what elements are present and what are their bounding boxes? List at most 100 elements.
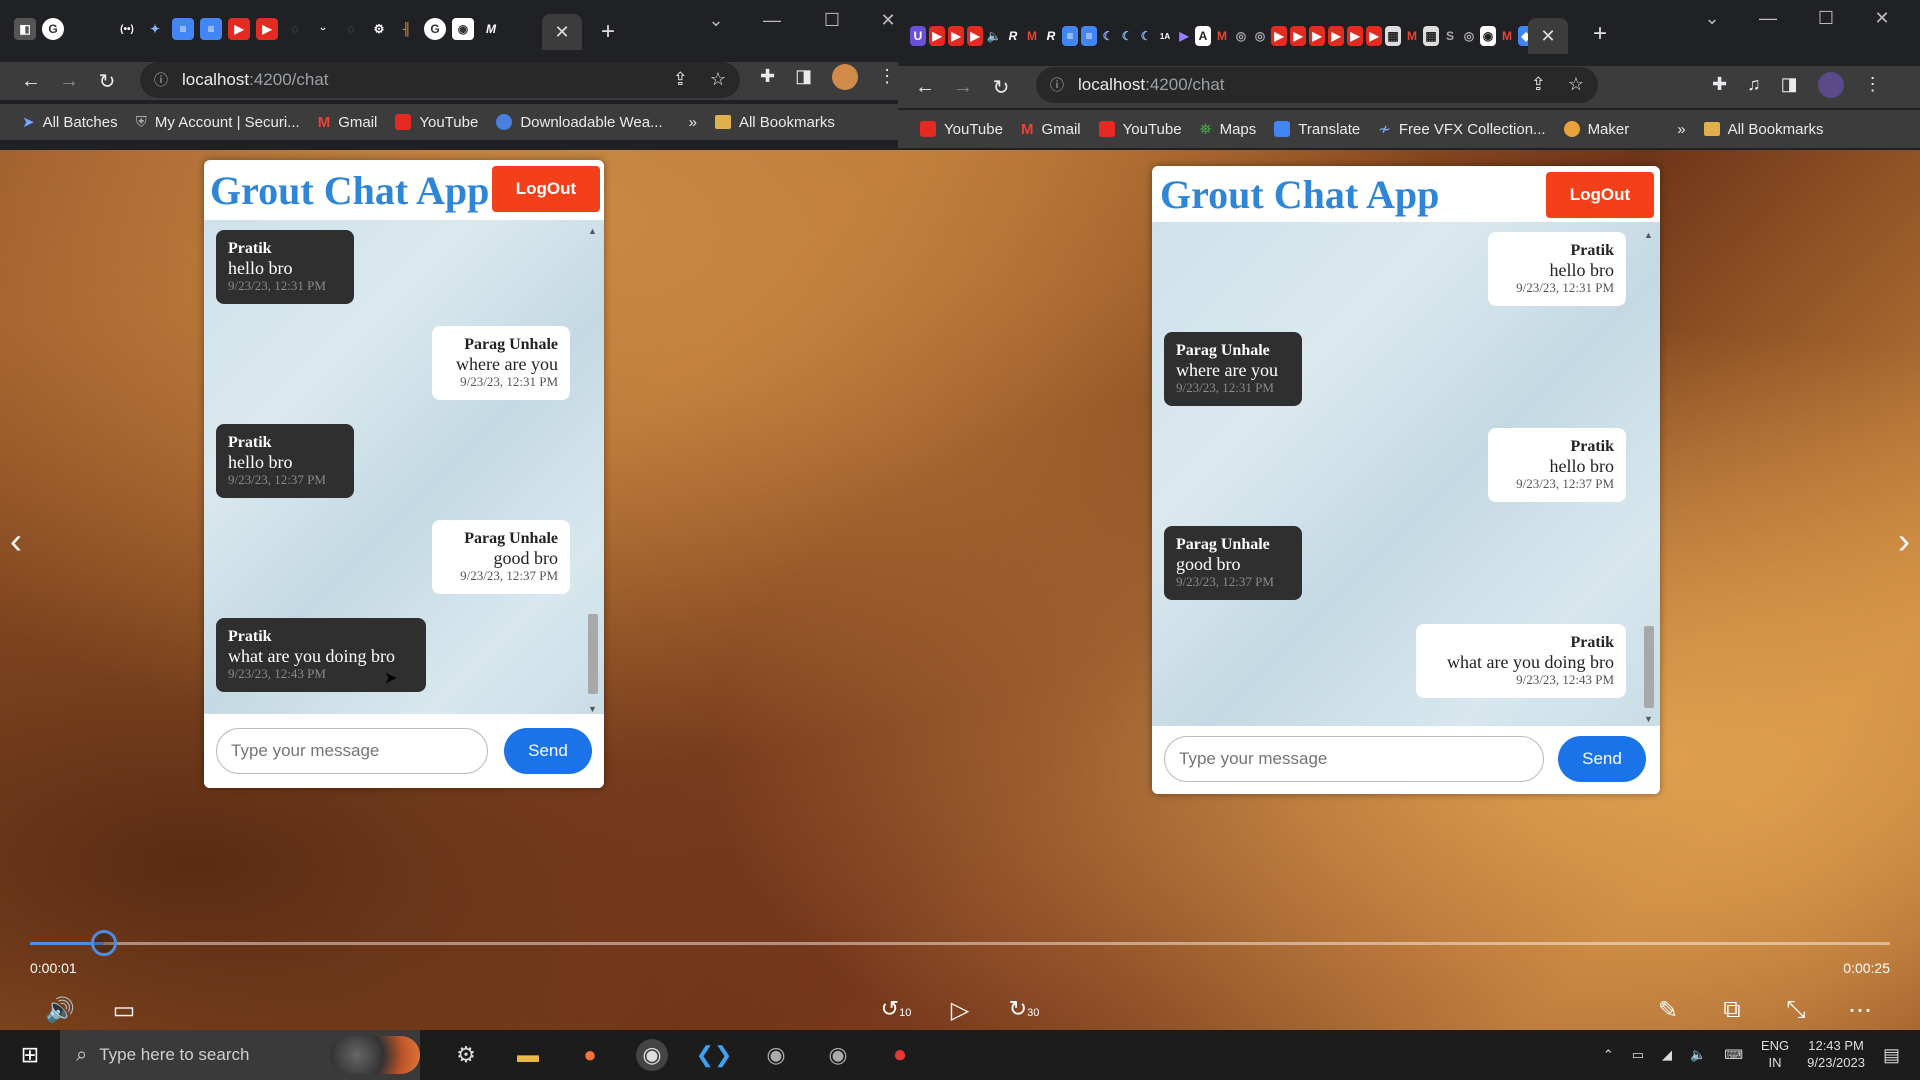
logout-button[interactable]: LogOut — [492, 166, 600, 212]
reload-icon[interactable]: ↻ — [982, 75, 1020, 100]
message-input[interactable] — [1164, 736, 1544, 782]
chrome-app-icon[interactable]: ◉ — [822, 1039, 854, 1071]
gear-tab-icon[interactable]: ⚙ — [368, 18, 390, 40]
all-bookmarks[interactable]: All Bookmarks — [714, 114, 835, 131]
tab-favicon[interactable]: R — [1043, 26, 1059, 46]
notification-icon[interactable]: ▤ — [1883, 1045, 1900, 1066]
new-tab-button[interactable]: + — [594, 18, 622, 46]
keyboard-icon[interactable]: ⌨ — [1724, 1047, 1743, 1063]
youtube-tab-icon[interactable]: ▶ — [1347, 26, 1363, 46]
tab-search-icon[interactable]: ⌄ — [1692, 8, 1732, 29]
tab-favicon[interactable]: ◎ — [1233, 26, 1249, 46]
reload-icon[interactable]: ↻ — [88, 69, 126, 94]
scrollbar-thumb[interactable] — [1644, 626, 1654, 708]
google-tab-icon[interactable]: G — [424, 18, 446, 40]
tab-favicon[interactable]: ╢ — [396, 18, 418, 40]
loading-tab-icon[interactable]: ◌ — [340, 18, 362, 40]
docs-tab-icon[interactable]: ≡ — [200, 18, 222, 40]
miniplayer-icon[interactable]: ⧉ — [1712, 996, 1752, 1024]
loading-tab-icon[interactable]: ◌ — [284, 18, 306, 40]
scroll-up-icon[interactable]: ▲ — [588, 226, 597, 236]
back-icon[interactable]: ← — [906, 76, 944, 99]
minimize-icon[interactable]: — — [1748, 8, 1788, 29]
battery-icon[interactable]: ▭ — [1632, 1047, 1644, 1063]
youtube-tab-icon[interactable]: ▶ — [929, 26, 945, 46]
send-button[interactable]: Send — [504, 728, 592, 774]
captions-icon[interactable]: ▭ — [104, 996, 144, 1025]
tab-favicon[interactable]: ▦ — [1423, 26, 1439, 46]
tab-favicon[interactable]: ☾ — [1119, 26, 1135, 46]
vscode-icon[interactable]: ❮❯ — [696, 1039, 733, 1071]
speaker-tab-icon[interactable]: 🔈 — [986, 26, 1002, 46]
tab-favicon[interactable]: A — [1195, 26, 1211, 46]
tab-favicon[interactable]: ◎ — [1252, 26, 1268, 46]
tab-favicon[interactable]: ◉ — [1480, 26, 1496, 46]
more-options-icon[interactable]: ⋯ — [1840, 996, 1880, 1025]
back-icon[interactable]: ← — [12, 70, 50, 93]
right-address-bar[interactable]: ⓘ localhost:4200/chat ⇪ ☆ — [1036, 67, 1598, 103]
docs-tab-icon[interactable]: ≡ — [1081, 26, 1097, 46]
tab-favicon[interactable]: S — [1442, 26, 1458, 46]
gmail-tab-icon[interactable]: M — [1024, 26, 1040, 46]
bookmark-item[interactable]: YouTube — [395, 114, 478, 131]
avatar[interactable] — [832, 64, 859, 90]
youtube-tab-icon[interactable]: ▶ — [1271, 26, 1287, 46]
logout-button[interactable]: LogOut — [1546, 172, 1654, 218]
tab-favicon[interactable]: ▦ — [1385, 26, 1401, 46]
bookmark-item[interactable]: ≁ Free VFX Collection... — [1378, 120, 1545, 139]
edit-pen-icon[interactable]: ✎ — [1648, 996, 1688, 1025]
extensions-icon[interactable]: ✚ — [760, 66, 775, 90]
scroll-down-icon[interactable]: ▼ — [1644, 714, 1653, 724]
language-indicator[interactable]: ENG IN — [1761, 1038, 1789, 1072]
chevron-up-icon[interactable]: ⌃ — [1603, 1047, 1614, 1063]
send-button[interactable]: Send — [1558, 736, 1646, 782]
chrome-app-icon[interactable]: ◉ — [760, 1039, 792, 1071]
tab-favicon[interactable]: M — [480, 18, 502, 40]
taskbar-search[interactable]: ⌕ Type here to search — [60, 1030, 420, 1080]
youtube-tab-icon[interactable]: ▶ — [1366, 26, 1382, 46]
youtube-tab-icon[interactable]: ▶ — [948, 26, 964, 46]
tab-favicon[interactable]: (••) — [116, 18, 138, 40]
tab-favicon[interactable]: R — [1005, 26, 1021, 46]
scroll-up-icon[interactable]: ▲ — [1644, 230, 1653, 240]
tab-favicon[interactable]: G — [42, 18, 64, 40]
tab-favicon[interactable]: ☾ — [1100, 26, 1116, 46]
tab-favicon[interactable]: ◧ — [14, 18, 36, 40]
youtube-tab-icon[interactable]: ▶ — [228, 18, 250, 40]
youtube-tab-icon[interactable]: ▶ — [967, 26, 983, 46]
extensions-icon[interactable]: ✚ — [1712, 74, 1727, 98]
tab-favicon[interactable]: ◎ — [1461, 26, 1477, 46]
previous-arrow-icon[interactable]: ‹ — [10, 520, 22, 562]
network-icon[interactable]: ◢ — [1662, 1047, 1672, 1063]
message-list[interactable]: Pratik hello bro 9/23/23, 12:31 PM Parag… — [204, 220, 604, 714]
more-menu-icon[interactable]: ⋮ — [1864, 74, 1882, 98]
seek-bar[interactable] — [30, 930, 1890, 956]
forward-icon[interactable]: → — [944, 76, 982, 99]
file-explorer-icon[interactable]: ▬ — [512, 1039, 544, 1071]
rewind-button[interactable]: ↺10 — [876, 996, 916, 1022]
docs-tab-icon[interactable]: ≡ — [1062, 26, 1078, 46]
site-info-icon[interactable]: ⓘ — [1050, 75, 1064, 95]
bookmark-item[interactable]: YouTube — [920, 121, 1003, 138]
bookmark-item[interactable]: Translate — [1274, 121, 1360, 138]
share-icon[interactable]: ⇪ — [673, 69, 688, 90]
clock[interactable]: 12:43 PM 9/23/2023 — [1807, 1038, 1865, 1072]
maximize-icon[interactable]: ☐ — [1806, 8, 1846, 29]
volume-icon[interactable]: 🔊 — [40, 996, 80, 1025]
tab-close-icon[interactable]: ✕ — [1528, 18, 1568, 54]
tab-favicon[interactable]: ☾ — [1138, 26, 1154, 46]
bookmark-item[interactable]: Downloadable Wea... — [496, 114, 663, 131]
play-icon[interactable]: ▷ — [940, 996, 980, 1025]
side-panel-icon[interactable]: ◨ — [1781, 74, 1798, 98]
firefox-icon[interactable]: ● — [574, 1039, 606, 1071]
forward-icon[interactable]: → — [50, 70, 88, 93]
bookmark-item[interactable]: Maker — [1563, 121, 1629, 138]
gmail-tab-icon[interactable]: M — [1214, 26, 1230, 46]
play-tab-icon[interactable]: ▶ — [1176, 26, 1192, 46]
bookmarks-overflow[interactable]: » — [1677, 121, 1685, 138]
minimize-icon[interactable]: — — [752, 10, 792, 31]
close-window-icon[interactable]: ✕ — [1862, 8, 1902, 29]
side-panel-icon[interactable]: ◨ — [795, 66, 812, 90]
gmail-tab-icon[interactable]: M — [1404, 26, 1420, 46]
tab-close-icon[interactable]: ✕ — [542, 14, 582, 50]
